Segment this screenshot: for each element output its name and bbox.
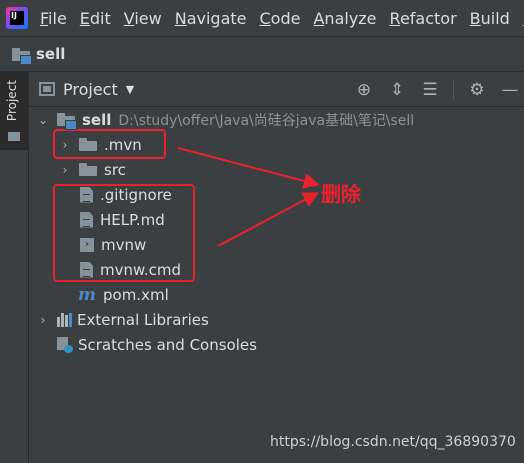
annotation-delete-label: 删除 xyxy=(321,182,361,206)
annotation-arrows xyxy=(177,147,320,247)
arrow-to-files xyxy=(217,192,320,247)
watermark-text: https://blog.csdn.net/qq_36890370 xyxy=(270,434,516,450)
arrow-to-mvn xyxy=(177,147,320,189)
